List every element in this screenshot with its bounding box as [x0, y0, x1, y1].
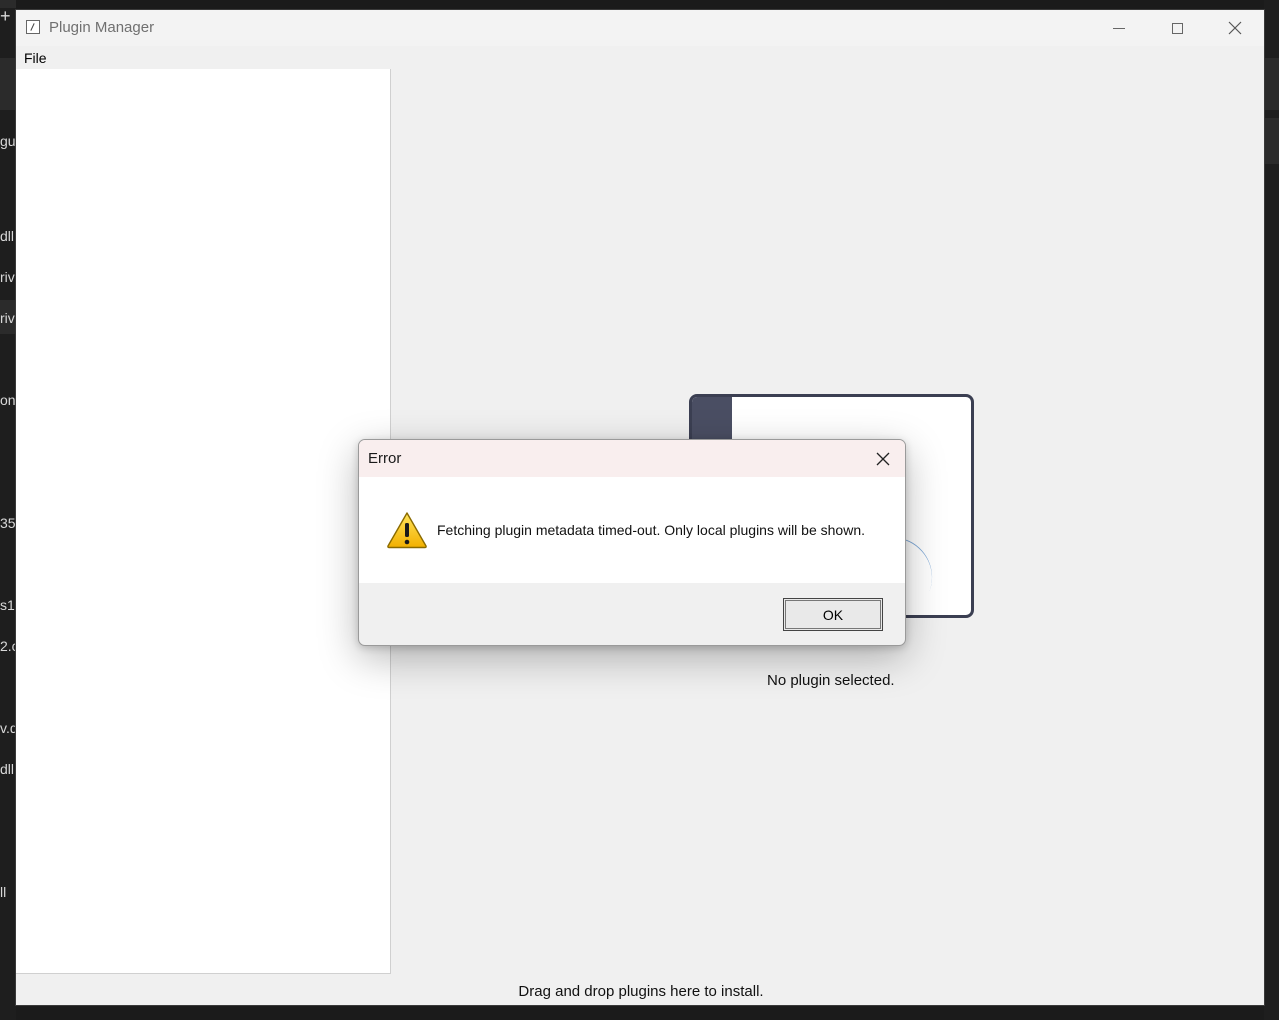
- background-text: 2.c: [0, 638, 16, 654]
- window-titlebar[interactable]: Plugin Manager: [16, 10, 1264, 46]
- background-text: on: [0, 392, 16, 408]
- dialog-title: Error: [368, 450, 402, 467]
- drag-drop-hint: Drag and drop plugins here to install.: [518, 983, 764, 1000]
- background-text: rive: [0, 310, 16, 326]
- background-app-right: [1264, 0, 1279, 1020]
- close-icon: [1228, 21, 1242, 35]
- background-text: s17: [0, 597, 16, 613]
- background-text: rive: [0, 269, 16, 285]
- menu-bar: File: [16, 48, 1264, 70]
- warning-icon: [387, 512, 427, 549]
- plugin-manager-icon: [26, 20, 40, 34]
- close-window-button[interactable]: [1206, 10, 1264, 46]
- dialog-message: Fetching plugin metadata timed-out. Only…: [437, 522, 866, 538]
- plugin-list-panel[interactable]: [16, 69, 391, 974]
- background-app-left: + gu dll rive rive on 35 s17 2.c v.d dll…: [0, 0, 16, 1020]
- menu-file[interactable]: File: [24, 50, 47, 66]
- background-text: dll: [0, 228, 15, 244]
- no-plugin-label: No plugin selected.: [767, 672, 895, 689]
- maximize-button[interactable]: [1148, 10, 1206, 46]
- error-dialog: Error Fetching plugin metadata timed-out…: [358, 439, 906, 646]
- dialog-close-button[interactable]: [869, 445, 897, 473]
- maximize-icon: [1171, 22, 1183, 34]
- dialog-body: Fetching plugin metadata timed-out. Only…: [359, 477, 905, 583]
- minimize-icon: [1113, 27, 1125, 29]
- background-text: v.d: [0, 720, 16, 736]
- window-title: Plugin Manager: [49, 19, 155, 36]
- background-text: dll: [0, 761, 15, 777]
- close-icon: [876, 452, 890, 466]
- dialog-titlebar[interactable]: Error: [359, 440, 905, 477]
- ok-button[interactable]: OK: [783, 598, 883, 631]
- background-text: ll: [0, 884, 7, 900]
- background-text: gu: [0, 133, 16, 149]
- minimize-button[interactable]: [1090, 10, 1148, 46]
- background-text: 35: [0, 515, 16, 531]
- background-plus-icon: +: [0, 6, 11, 26]
